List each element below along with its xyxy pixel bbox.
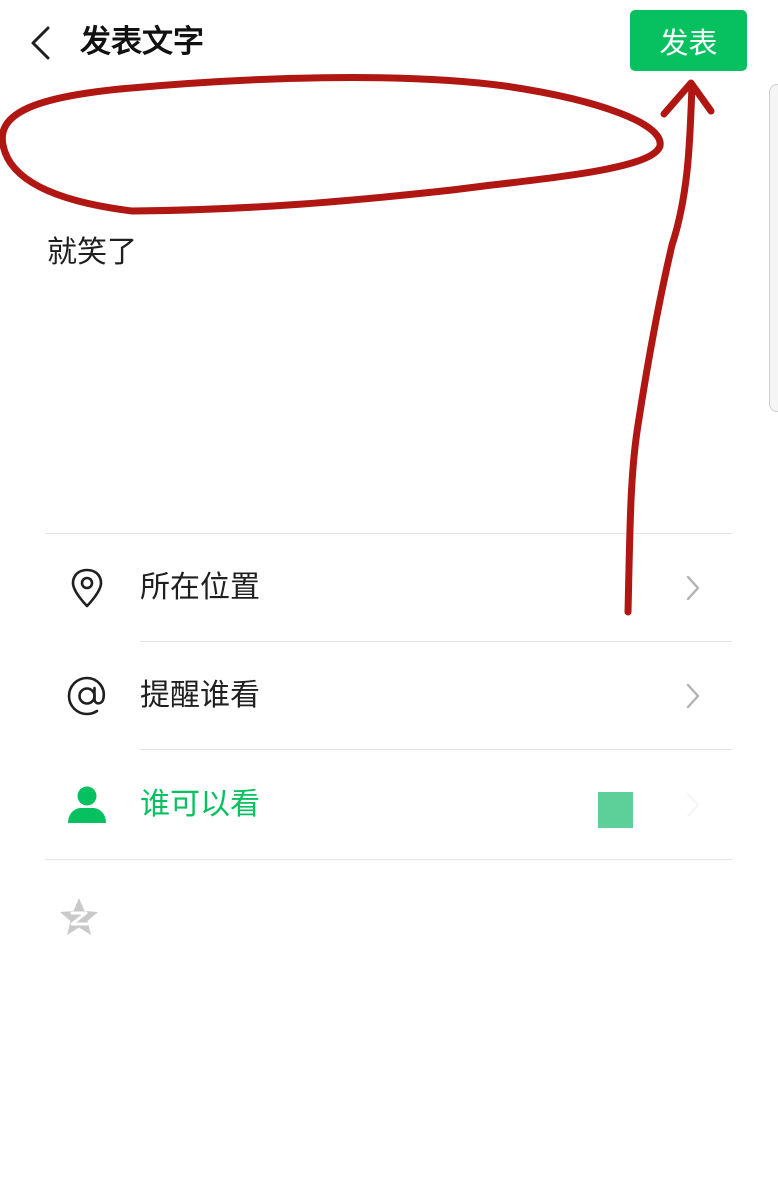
green-square-marker bbox=[598, 792, 633, 828]
divider bbox=[45, 859, 732, 860]
post-text-input[interactable]: 就笑了 bbox=[47, 231, 137, 275]
chevron-right-icon bbox=[684, 682, 702, 710]
page-title: 发表文字 bbox=[80, 24, 204, 60]
publish-button[interactable]: 发表 bbox=[630, 10, 747, 71]
option-row-location[interactable]: 所在位置 bbox=[45, 534, 732, 641]
back-button[interactable] bbox=[20, 22, 60, 64]
option-label-visibility: 谁可以看 bbox=[140, 786, 260, 822]
chevron-right-icon bbox=[684, 791, 702, 819]
edge-panel-handle[interactable] bbox=[769, 84, 778, 412]
annotation-arrow-head bbox=[660, 79, 715, 118]
chevron-left-icon bbox=[31, 26, 50, 60]
at-mention-icon bbox=[65, 674, 109, 718]
location-pin-icon bbox=[65, 566, 109, 610]
option-label-location: 所在位置 bbox=[140, 569, 260, 605]
person-icon bbox=[65, 783, 109, 827]
chevron-right-icon bbox=[684, 574, 702, 602]
qzone-star-icon[interactable] bbox=[58, 896, 100, 938]
option-label-mention: 提醒谁看 bbox=[140, 677, 260, 713]
option-row-mention[interactable]: 提醒谁看 bbox=[45, 642, 732, 749]
annotation-circle bbox=[0, 74, 664, 215]
